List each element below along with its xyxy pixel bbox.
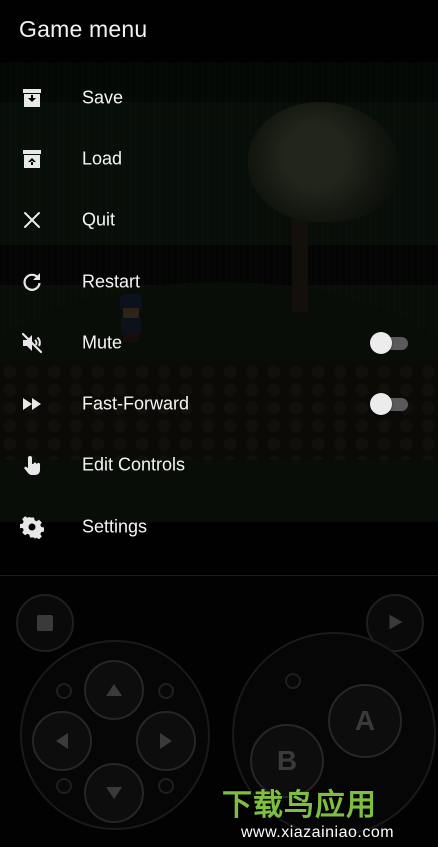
menu-item-save[interactable]: Save — [0, 67, 438, 128]
menu-label-restart: Restart — [82, 271, 141, 292]
arrow-left-icon — [56, 733, 68, 749]
menu-label-mute: Mute — [82, 332, 123, 353]
save-icon — [20, 86, 44, 110]
menu-label-quit: Quit — [82, 209, 116, 230]
dpad-up-button[interactable] — [84, 660, 144, 720]
emulator-screen: Game menu Save Load Quit Restart Mute Fa… — [0, 0, 438, 847]
menu-title: Game menu — [19, 16, 148, 42]
a-button-label: A — [354, 705, 376, 736]
menu-item-settings[interactable]: Settings — [0, 496, 438, 557]
load-icon — [20, 147, 44, 171]
dpad-diagonal-dot — [158, 683, 174, 699]
fast-forward-toggle[interactable] — [370, 393, 408, 416]
menu-item-fast-forward[interactable]: Fast-Forward — [0, 373, 438, 434]
touch-icon — [20, 453, 44, 477]
play-icon — [389, 614, 403, 630]
menu-list: Save Load Quit Restart Mute Fast-Forward… — [0, 67, 438, 557]
menu-item-edit-controls[interactable]: Edit Controls — [0, 435, 438, 496]
arrow-up-icon — [106, 684, 122, 696]
menu-label-settings: Settings — [82, 516, 148, 537]
mute-icon — [20, 331, 44, 355]
restart-icon — [20, 270, 44, 294]
menu-label-load: Load — [82, 148, 123, 169]
gear-icon — [20, 515, 44, 539]
stop-icon — [37, 615, 53, 631]
dpad-diagonal-dot — [56, 683, 72, 699]
menu-label-edit-controls: Edit Controls — [82, 454, 186, 475]
a-button[interactable]: A — [328, 684, 402, 758]
watermark-url: www.xiazainiao.com — [241, 824, 395, 841]
arrow-right-icon — [160, 733, 172, 749]
game-menu-panel: Game menu Save Load Quit Restart Mute Fa… — [0, 0, 438, 575]
arrow-down-icon — [106, 787, 122, 799]
menu-item-load[interactable]: Load — [0, 128, 438, 189]
b-button-label: B — [276, 745, 298, 776]
dpad-right-button[interactable] — [136, 711, 196, 771]
dpad-left-button[interactable] — [32, 711, 92, 771]
stop-button[interactable] — [16, 594, 74, 652]
watermark-logo: 下载鸟应用 — [222, 789, 377, 822]
dpad-diagonal-dot — [56, 778, 72, 794]
menu-item-quit[interactable]: Quit — [0, 190, 438, 251]
menu-item-restart[interactable]: Restart — [0, 251, 438, 312]
face-button-dot — [285, 673, 301, 689]
menu-label-save: Save — [82, 87, 124, 108]
fast-forward-toggle-thumb — [370, 393, 392, 416]
dpad-diagonal-dot — [158, 778, 174, 794]
menu-item-mute[interactable]: Mute — [0, 312, 438, 373]
fast-forward-icon — [20, 392, 44, 416]
mute-toggle-thumb — [370, 331, 392, 354]
close-icon — [20, 208, 44, 232]
mute-toggle[interactable] — [370, 331, 408, 354]
dpad-down-button[interactable] — [84, 763, 144, 823]
menu-label-fast-forward: Fast-Forward — [82, 393, 190, 414]
